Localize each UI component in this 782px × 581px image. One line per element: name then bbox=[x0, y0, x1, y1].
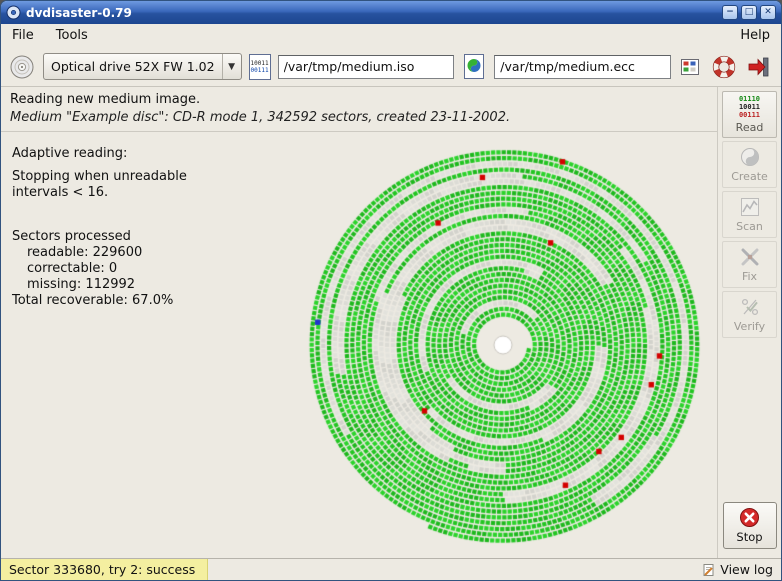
reading-info-panel: Adaptive reading: Stopping when unreadab… bbox=[1, 132, 289, 558]
image-file-input[interactable] bbox=[278, 55, 455, 79]
total-recoverable: Total recoverable: 67.0% bbox=[12, 293, 289, 309]
fix-button[interactable]: Fix bbox=[722, 241, 777, 288]
create-button[interactable]: Create bbox=[722, 141, 777, 188]
menu-tools[interactable]: Tools bbox=[53, 26, 91, 45]
stop-condition-line1: Stopping when unreadable bbox=[12, 169, 289, 185]
action-sidebar: 01110 10011 00111 Read Create Scan bbox=[717, 87, 781, 558]
close-button[interactable]: ✕ bbox=[760, 5, 776, 20]
image-file-icon[interactable]: 10011 00111 bbox=[249, 54, 271, 80]
help-icon[interactable] bbox=[711, 54, 737, 80]
chevron-down-icon[interactable]: ▼ bbox=[222, 54, 241, 79]
window-title: dvdisaster-0.79 bbox=[26, 6, 132, 20]
menubar: File Tools Help bbox=[1, 24, 781, 47]
stop-button-label: Stop bbox=[736, 530, 762, 544]
quit-icon[interactable] bbox=[746, 54, 772, 80]
fix-icon bbox=[739, 246, 761, 268]
sectors-processed-heading: Sectors processed bbox=[12, 229, 289, 245]
stop-condition-line2: intervals < 16. bbox=[12, 185, 289, 201]
read-button[interactable]: 01110 10011 00111 Read bbox=[722, 91, 777, 138]
create-icon bbox=[739, 146, 761, 168]
view-log-button[interactable]: View log bbox=[694, 562, 781, 577]
read-icon-row: 10011 bbox=[739, 103, 760, 111]
verify-icon bbox=[739, 296, 761, 318]
minimize-button[interactable]: − bbox=[722, 5, 738, 20]
view-log-label: View log bbox=[720, 562, 773, 577]
readable-count: readable: 229600 bbox=[12, 245, 289, 261]
statusbar: Sector 333680, try 2: success View log bbox=[1, 558, 781, 580]
stop-button[interactable]: Stop bbox=[723, 502, 777, 549]
view-log-icon bbox=[702, 563, 716, 577]
image-file-icon-row: 10011 bbox=[251, 60, 269, 67]
disc-map-area bbox=[289, 132, 717, 558]
menu-help[interactable]: Help bbox=[737, 26, 773, 45]
read-button-label: Read bbox=[736, 121, 764, 134]
disc-canvas bbox=[298, 140, 708, 550]
image-file-icon-row: 00111 bbox=[251, 67, 269, 74]
app-window: dvdisaster-0.79 − □ ✕ File Tools Help Op… bbox=[0, 0, 782, 581]
stop-icon bbox=[739, 507, 760, 528]
drive-icon[interactable] bbox=[8, 53, 36, 81]
read-icon: 01110 10011 00111 bbox=[739, 95, 760, 119]
ecc-file-icon[interactable] bbox=[461, 52, 487, 81]
missing-count: missing: 112992 bbox=[12, 277, 289, 293]
adaptive-reading-heading: Adaptive reading: bbox=[12, 146, 289, 162]
status-header-line2: Medium "Example disc": CD-R mode 1, 3425… bbox=[10, 110, 708, 125]
toolbar: Optical drive 52X FW 1.02 ▼ 10011 00111 bbox=[1, 47, 781, 87]
read-icon-row: 00111 bbox=[739, 111, 760, 119]
app-icon bbox=[6, 5, 21, 20]
status-header: Reading new medium image. Medium "Exampl… bbox=[1, 87, 717, 132]
status-message: Sector 333680, try 2: success bbox=[1, 559, 208, 580]
ecc-file-input[interactable] bbox=[494, 55, 671, 79]
status-header-line1: Reading new medium image. bbox=[10, 92, 708, 107]
fix-button-label: Fix bbox=[742, 270, 757, 283]
drive-select[interactable]: Optical drive 52X FW 1.02 ▼ bbox=[43, 53, 242, 80]
scan-button-label: Scan bbox=[736, 220, 763, 233]
drive-select-value: Optical drive 52X FW 1.02 bbox=[44, 59, 222, 74]
read-icon-row: 01110 bbox=[739, 95, 760, 103]
maximize-button[interactable]: □ bbox=[741, 5, 757, 20]
scan-icon bbox=[739, 196, 761, 218]
create-button-label: Create bbox=[731, 170, 768, 183]
scan-button[interactable]: Scan bbox=[722, 191, 777, 238]
titlebar[interactable]: dvdisaster-0.79 − □ ✕ bbox=[1, 1, 781, 24]
verify-button[interactable]: Verify bbox=[722, 291, 777, 338]
verify-button-label: Verify bbox=[734, 320, 765, 333]
correctable-count: correctable: 0 bbox=[12, 261, 289, 277]
menu-file[interactable]: File bbox=[9, 26, 37, 45]
preferences-icon[interactable] bbox=[678, 55, 702, 79]
